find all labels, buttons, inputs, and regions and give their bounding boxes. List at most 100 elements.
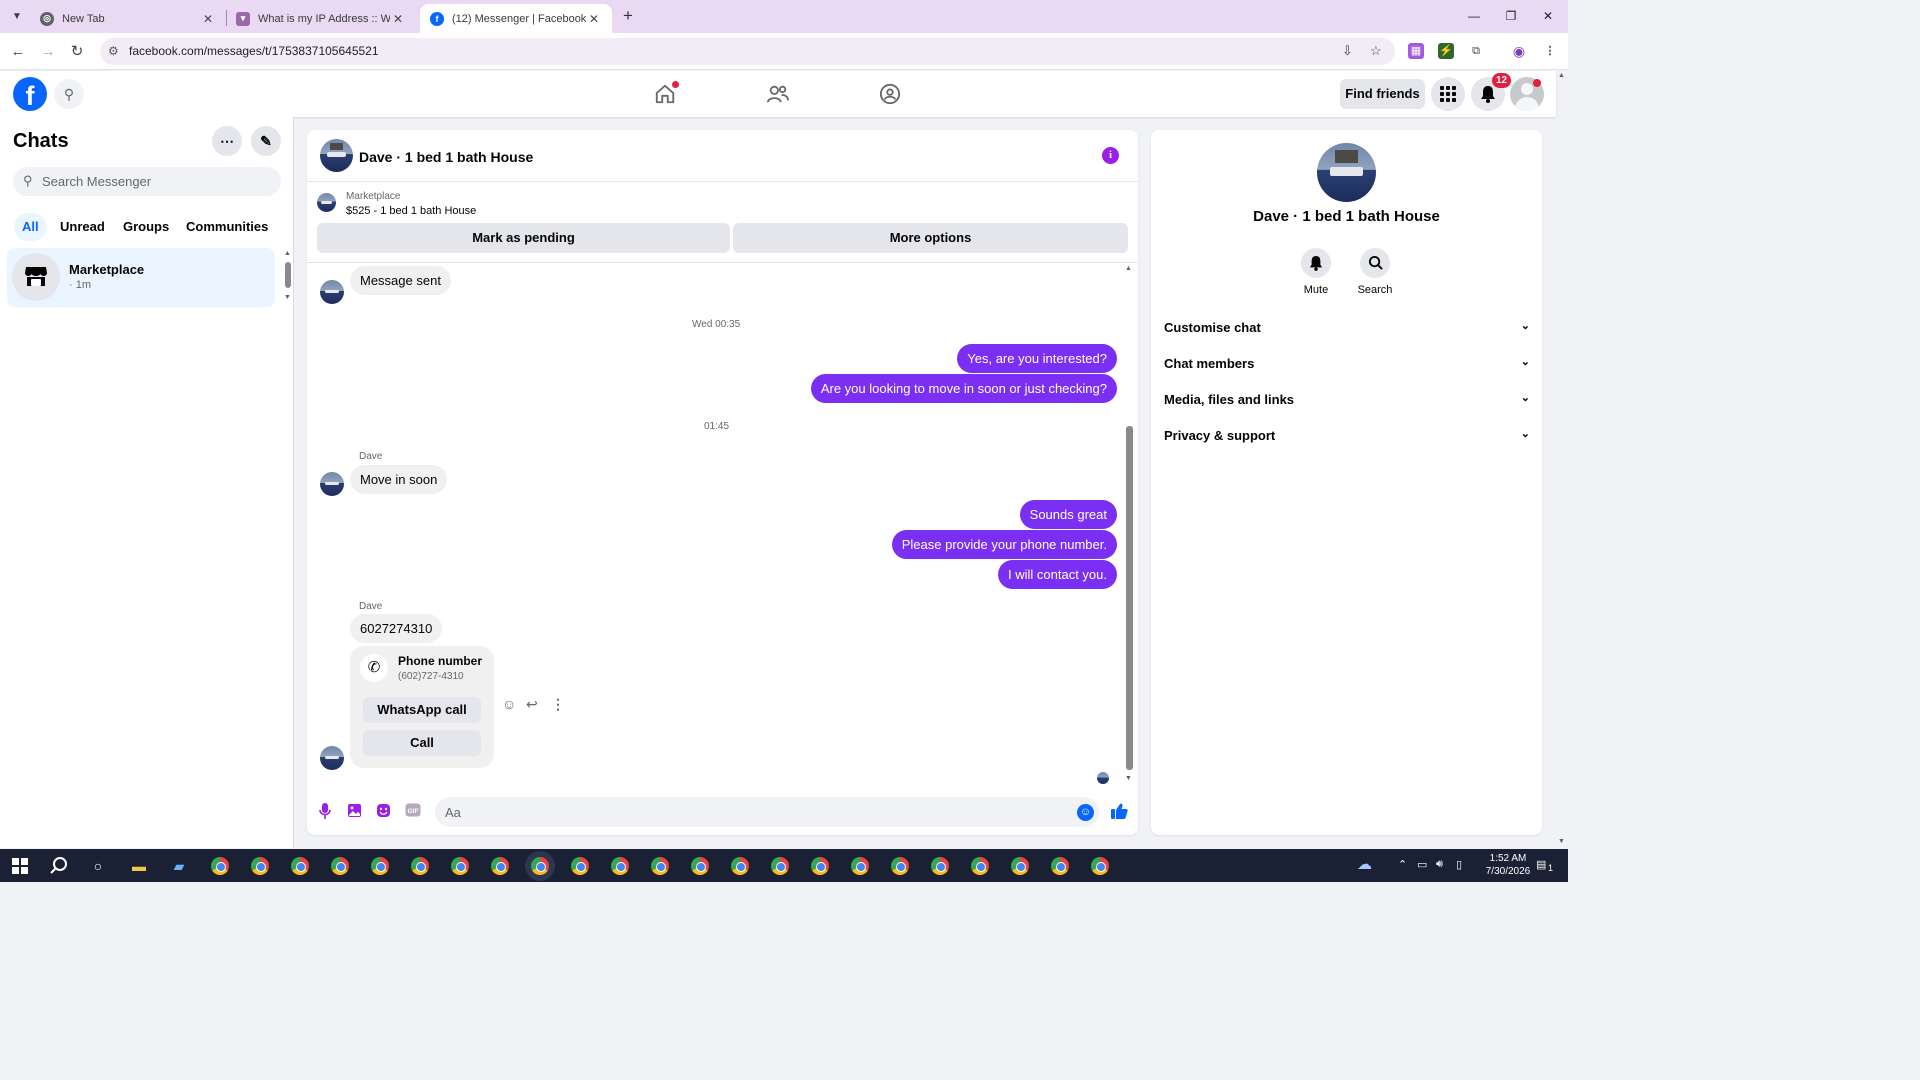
filter-unread[interactable]: Unread (52, 213, 113, 241)
section-chat-members[interactable]: Chat members ⌄ (1163, 348, 1531, 378)
facebook-search-icon[interactable]: ⚲ (54, 79, 84, 109)
extensions-puzzle-icon[interactable]: ⧉ (1468, 43, 1484, 59)
forward-arrow-icon[interactable]: → (38, 42, 58, 62)
outgoing-message[interactable]: Please provide your phone number. (891, 530, 1117, 559)
incoming-message[interactable]: Move in soon (350, 465, 448, 494)
extension-purple-icon[interactable]: ▦ (1408, 43, 1424, 59)
chrome-app-icon[interactable] (451, 857, 469, 875)
site-info-icon[interactable]: ⚙ (108, 44, 119, 58)
chrome-app-icon[interactable] (851, 857, 869, 875)
chrome-app-icon[interactable] (211, 857, 229, 875)
close-tab-icon[interactable]: ✕ (390, 12, 406, 26)
conversation-title[interactable]: Dave · 1 bed 1 bath House (359, 149, 533, 165)
chrome-app-icon-active[interactable] (531, 857, 549, 875)
facebook-logo[interactable]: f (13, 77, 47, 111)
call-button[interactable]: Call (363, 730, 481, 756)
chrome-app-icon[interactable] (1011, 857, 1029, 875)
contact-profile-picture[interactable] (1317, 143, 1376, 202)
message-input[interactable] (445, 797, 1065, 827)
messenger-search-input[interactable] (42, 167, 272, 196)
outgoing-message[interactable]: Are you looking to move in soon or just … (810, 374, 1117, 403)
groups-icon[interactable] (876, 81, 904, 107)
close-window-icon[interactable]: ✕ (1534, 6, 1562, 26)
tab-ip-address[interactable]: ▾ What is my IP Address :: WebBrowserToo… (226, 4, 416, 33)
chrome-app-icon[interactable] (931, 857, 949, 875)
find-friends-button[interactable]: Find friends (1340, 79, 1425, 109)
taskbar-clock[interactable]: 1:52 AM 7/30/2026 (1478, 852, 1538, 878)
volume-icon[interactable]: 🔊︎ (1436, 858, 1443, 871)
filter-communities[interactable]: Communities (178, 213, 276, 241)
chrome-app-icon[interactable] (691, 857, 709, 875)
chrome-app-icon[interactable] (491, 857, 509, 875)
sticker-icon[interactable] (373, 803, 393, 823)
section-privacy-support[interactable]: Privacy & support ⌄ (1163, 420, 1531, 450)
microphone-icon[interactable] (315, 803, 335, 823)
weather-icon[interactable]: ☁ (1357, 855, 1372, 873)
react-emoji-icon[interactable]: ☺ (502, 696, 516, 712)
tray-device-icon[interactable]: ▭ (1417, 858, 1427, 871)
chat-item-marketplace[interactable]: Marketplace · 1m (7, 248, 275, 307)
scroll-up-arrow-icon[interactable]: ▲ (1125, 265, 1132, 272)
chrome-app-icon[interactable] (371, 857, 389, 875)
minimize-icon[interactable]: — (1460, 6, 1488, 26)
tab-search-icon[interactable]: ▼ (8, 8, 26, 26)
chrome-app-icon[interactable] (571, 857, 589, 875)
omnibox[interactable]: ⚙ facebook.com/messages/t/17538371056455… (100, 38, 1395, 65)
scroll-up-arrow-icon[interactable]: ▲ (284, 250, 291, 257)
chrome-app-icon[interactable] (251, 857, 269, 875)
contact-avatar[interactable] (320, 139, 353, 172)
filter-groups[interactable]: Groups (115, 213, 177, 241)
chrome-app-icon[interactable] (811, 857, 829, 875)
url-text[interactable]: facebook.com/messages/t/1753837105645521 (129, 44, 379, 58)
chrome-app-icon[interactable] (731, 857, 749, 875)
chrome-app-icon[interactable] (1091, 857, 1109, 875)
section-media-files-links[interactable]: Media, files and links ⌄ (1163, 384, 1531, 414)
more-options-button[interactable]: More options (733, 223, 1128, 253)
outgoing-message[interactable]: I will contact you. (998, 560, 1117, 589)
thumbs-up-icon[interactable] (1109, 803, 1129, 823)
outgoing-message[interactable]: Sounds great (1019, 500, 1117, 529)
tab-new-tab[interactable]: ◎ New Tab ✕ (30, 4, 226, 33)
chrome-app-icon[interactable] (411, 857, 429, 875)
install-app-icon[interactable]: ⇩ (1342, 43, 1353, 59)
section-customise-chat[interactable]: Customise chat ⌄ (1163, 312, 1531, 342)
file-explorer-icon[interactable]: ▬ (129, 856, 149, 876)
thread-scrollbar[interactable] (1126, 426, 1133, 770)
incoming-message[interactable]: 6027274310 (350, 614, 443, 643)
page-scroll-down-icon[interactable]: ▼ (1558, 838, 1565, 845)
new-message-icon[interactable]: ✎ (251, 126, 281, 156)
back-arrow-icon[interactable]: ← (8, 42, 28, 62)
reload-icon[interactable]: ↻ (67, 42, 87, 62)
windows-start-icon[interactable] (12, 858, 28, 874)
chrome-profile-icon[interactable]: ◉ (1511, 43, 1527, 59)
chrome-app-icon[interactable] (611, 857, 629, 875)
mute-action[interactable]: Mute (1286, 248, 1346, 296)
scroll-down-arrow-icon[interactable]: ▼ (284, 294, 291, 301)
message-more-icon[interactable]: ⋮ (551, 696, 565, 713)
menu-grid-icon[interactable] (1431, 77, 1465, 111)
dave-avatar[interactable] (320, 472, 344, 496)
bookmark-star-icon[interactable]: ☆ (1370, 43, 1382, 59)
listing-description[interactable]: $525 - 1 bed 1 bath House (346, 205, 476, 217)
action-center-icon[interactable]: ▤ (1536, 858, 1546, 871)
chrome-app-icon[interactable] (291, 857, 309, 875)
friends-icon[interactable] (764, 81, 792, 107)
outgoing-message[interactable]: Yes, are you interested? (957, 344, 1117, 373)
search-in-chat-icon[interactable] (1360, 248, 1390, 278)
emoji-icon[interactable]: ☺ (1077, 804, 1094, 821)
reply-icon[interactable]: ↩ (526, 696, 538, 713)
notepad-icon[interactable]: ▰ (169, 856, 189, 876)
tray-overflow-chevron-icon[interactable]: ⌃ (1398, 858, 1407, 871)
dave-avatar[interactable] (320, 280, 344, 304)
dave-avatar[interactable] (320, 746, 344, 770)
filter-all[interactable]: All (14, 213, 47, 241)
chrome-app-icon[interactable] (771, 857, 789, 875)
mute-bell-icon[interactable] (1301, 248, 1331, 278)
chats-scrollbar[interactable] (285, 262, 291, 288)
scroll-down-arrow-icon[interactable]: ▼ (1125, 775, 1132, 782)
new-tab-plus-icon[interactable]: + (619, 7, 637, 25)
extension-yellow-icon[interactable]: ⚡ (1438, 43, 1454, 59)
conversation-info-icon[interactable]: i (1102, 147, 1119, 164)
mark-as-pending-button[interactable]: Mark as pending (317, 223, 730, 253)
restore-icon[interactable]: ❐ (1497, 6, 1525, 26)
